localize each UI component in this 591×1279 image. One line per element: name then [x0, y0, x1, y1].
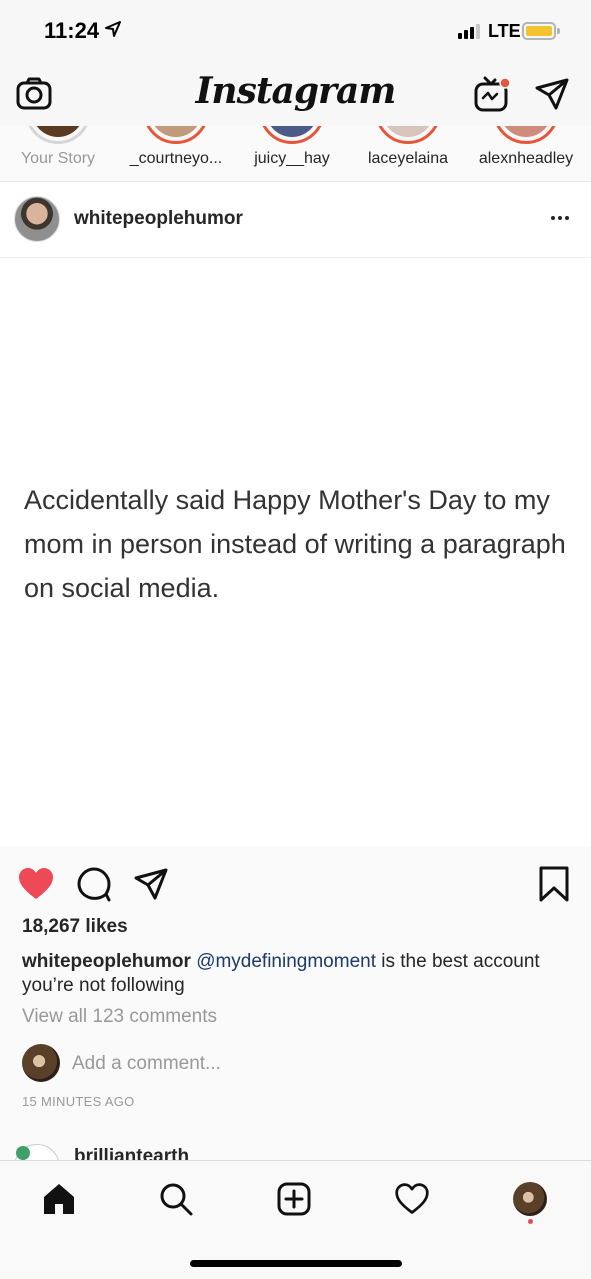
more-options-icon[interactable] [546, 208, 574, 228]
story-item[interactable]: juicy__hay [237, 126, 347, 181]
igtv-icon[interactable] [472, 74, 512, 114]
bookmark-icon[interactable] [534, 864, 574, 904]
stories-tray: Your Story _courtneyo... juicy__hay lace… [0, 126, 591, 182]
current-user-avatar [22, 1044, 60, 1082]
story-label: alexnheadley [478, 150, 574, 167]
profile-notification-dot [528, 1219, 533, 1224]
like-heart-icon[interactable] [16, 864, 56, 904]
story-item[interactable]: laceyelaina [353, 126, 463, 181]
direct-send-icon[interactable] [532, 74, 572, 114]
comment-icon[interactable] [74, 864, 114, 904]
post-image[interactable]: Accidentally said Happy Mother's Day to … [0, 258, 591, 846]
activity-heart-icon[interactable] [392, 1179, 432, 1219]
caption-username[interactable]: whitepeoplehumor [22, 951, 191, 972]
post-timestamp: 15 MINUTES AGO [22, 1094, 135, 1109]
top-navigation: Instagram [0, 66, 591, 126]
post-caption: whitepeoplehumor @mydefiningmoment is th… [22, 950, 572, 998]
story-item[interactable]: _courtneyo... [121, 126, 231, 181]
story-label: Your Story [20, 150, 96, 167]
post-actions [0, 846, 591, 914]
signal-strength-icon [458, 24, 480, 39]
home-icon[interactable] [39, 1179, 79, 1219]
story-label: laceyelaina [367, 150, 449, 167]
share-icon[interactable] [131, 864, 171, 904]
new-post-icon[interactable] [274, 1179, 314, 1219]
post-author-username[interactable]: whitepeoplehumor [74, 208, 243, 230]
bottom-tab-bar [0, 1160, 591, 1279]
view-all-comments-link[interactable]: View all 123 comments [22, 1006, 217, 1028]
likes-count[interactable]: 18,267 likes [22, 916, 128, 938]
search-icon[interactable] [156, 1179, 196, 1219]
post-header: whitepeoplehumor [0, 182, 591, 258]
story-label: _courtneyo... [129, 150, 223, 167]
caption-mention[interactable]: @mydefiningmoment [196, 951, 376, 972]
story-item[interactable]: alexnheadley [471, 126, 581, 181]
home-indicator[interactable] [190, 1260, 402, 1267]
next-post-header: brilliantearth [0, 1138, 591, 1162]
battery-icon [522, 22, 556, 40]
post-author-avatar[interactable] [14, 196, 60, 242]
add-comment-input[interactable] [72, 1052, 472, 1076]
story-label: juicy__hay [254, 150, 330, 167]
profile-avatar [513, 1182, 547, 1216]
story-item[interactable]: Your Story [3, 126, 113, 181]
location-arrow-icon [105, 21, 121, 37]
next-post-avatar-logo [16, 1146, 30, 1160]
post-image-text: Accidentally said Happy Mother's Day to … [24, 485, 566, 603]
status-bar: 11:24 LTE [0, 0, 591, 66]
network-type: LTE [488, 21, 521, 41]
profile-tab[interactable] [510, 1179, 550, 1219]
status-time: 11:24 [44, 18, 100, 43]
